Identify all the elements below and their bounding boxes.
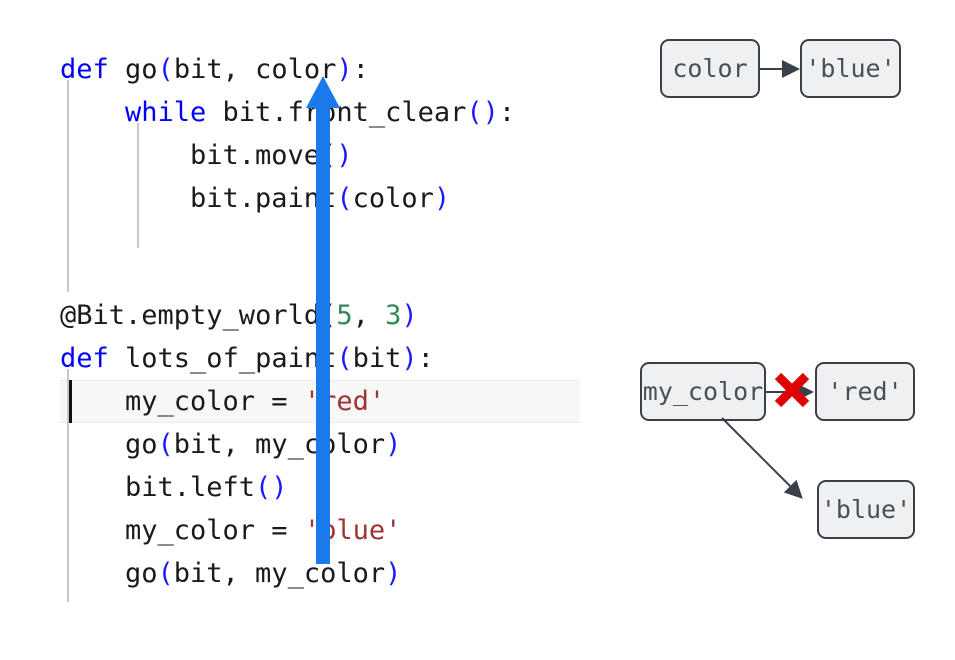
code-token-punc: ( xyxy=(320,300,337,331)
code-token-plain: go xyxy=(125,429,158,460)
diagram-box-variable[interactable]: my_color xyxy=(640,362,766,421)
code-token-kw: def xyxy=(60,343,126,374)
diagram-box-variable[interactable]: color xyxy=(660,39,760,98)
diagram-stale-connector-arrow xyxy=(764,383,814,401)
code-line[interactable]: go(bit, my_color) xyxy=(125,552,401,595)
indent-guide xyxy=(137,123,139,248)
code-token-plain: bit.left xyxy=(125,472,256,503)
diagram-box-new-value[interactable]: 'blue' xyxy=(817,480,915,539)
code-token-str: 'blue' xyxy=(303,515,402,546)
code-token-punc: ( xyxy=(336,343,353,374)
code-token-plain: : xyxy=(352,54,369,85)
code-line[interactable]: def lots_of_paint(bit): xyxy=(60,337,434,380)
code-line[interactable]: my_color = 'red' xyxy=(125,380,385,423)
code-line[interactable]: def go(bit, color): xyxy=(60,48,369,91)
diagram-box-value[interactable]: 'blue' xyxy=(800,39,901,98)
code-line[interactable]: my_color = 'blue' xyxy=(125,509,401,552)
code-token-punc: ) xyxy=(401,300,418,331)
code-token-punc: ) xyxy=(385,558,402,589)
code-token-plain: bit, my_color xyxy=(173,429,386,460)
indent-guide xyxy=(67,369,69,602)
code-line[interactable]: bit.paint(color) xyxy=(190,177,450,220)
code-token-punc: ) xyxy=(401,343,418,374)
code-token-kw: while xyxy=(125,97,223,128)
code-token-punc: () xyxy=(255,472,288,503)
code-token-plain: bit.front_clear xyxy=(222,97,467,128)
diagram-new-connector-arrow xyxy=(721,417,803,499)
code-token-plain: @Bit.empty_world xyxy=(60,300,321,331)
code-token-str: 'red' xyxy=(303,386,386,417)
code-token-punc: ( xyxy=(157,558,174,589)
code-token-plain: bit.move xyxy=(190,140,321,171)
code-token-num: 3 xyxy=(385,300,402,331)
code-line[interactable]: bit.left() xyxy=(125,466,288,509)
code-token-num: 5 xyxy=(336,300,353,331)
code-token-punc: ( xyxy=(157,429,174,460)
code-token-plain: : xyxy=(498,97,516,128)
code-token-punc: ) xyxy=(433,183,451,214)
code-token-plain: go xyxy=(125,558,158,589)
code-token-plain: my_color = xyxy=(125,386,304,417)
code-token-plain: : xyxy=(417,343,434,374)
code-token-plain: bit.paint xyxy=(190,183,337,214)
indent-guide xyxy=(67,80,69,292)
code-line[interactable]: go(bit, my_color) xyxy=(125,423,401,466)
code-token-punc: () xyxy=(320,140,353,171)
code-token-plain: bit xyxy=(352,343,402,374)
code-token-punc: ) xyxy=(385,429,402,460)
code-token-punc: ) xyxy=(336,54,353,85)
code-token-plain: color xyxy=(352,183,434,214)
code-line[interactable]: bit.move() xyxy=(190,134,353,177)
code-editor-pane: def go(bit, color): while bit.front_clear… xyxy=(0,0,600,660)
code-token-plain: , xyxy=(352,300,386,331)
code-token-punc: ( xyxy=(336,183,353,214)
diagram-box-stale-value[interactable]: 'red' xyxy=(815,362,915,421)
code-token-plain: go xyxy=(125,54,158,85)
code-token-kw: def xyxy=(60,54,126,85)
code-token-plain: lots_of_paint xyxy=(125,343,337,374)
code-token-punc: () xyxy=(466,97,499,128)
code-line[interactable]: while bit.front_clear(): xyxy=(125,91,515,134)
code-token-plain: my_color = xyxy=(125,515,304,546)
invalid-x-icon xyxy=(774,372,810,408)
code-line[interactable]: @Bit.empty_world(5, 3) xyxy=(60,294,418,337)
annotated-code-figure: def go(bit, color): while bit.front_clear… xyxy=(0,0,955,660)
code-token-punc: ( xyxy=(157,54,174,85)
code-token-plain: bit, color xyxy=(173,54,337,85)
code-token-plain: bit, my_color xyxy=(173,558,386,589)
